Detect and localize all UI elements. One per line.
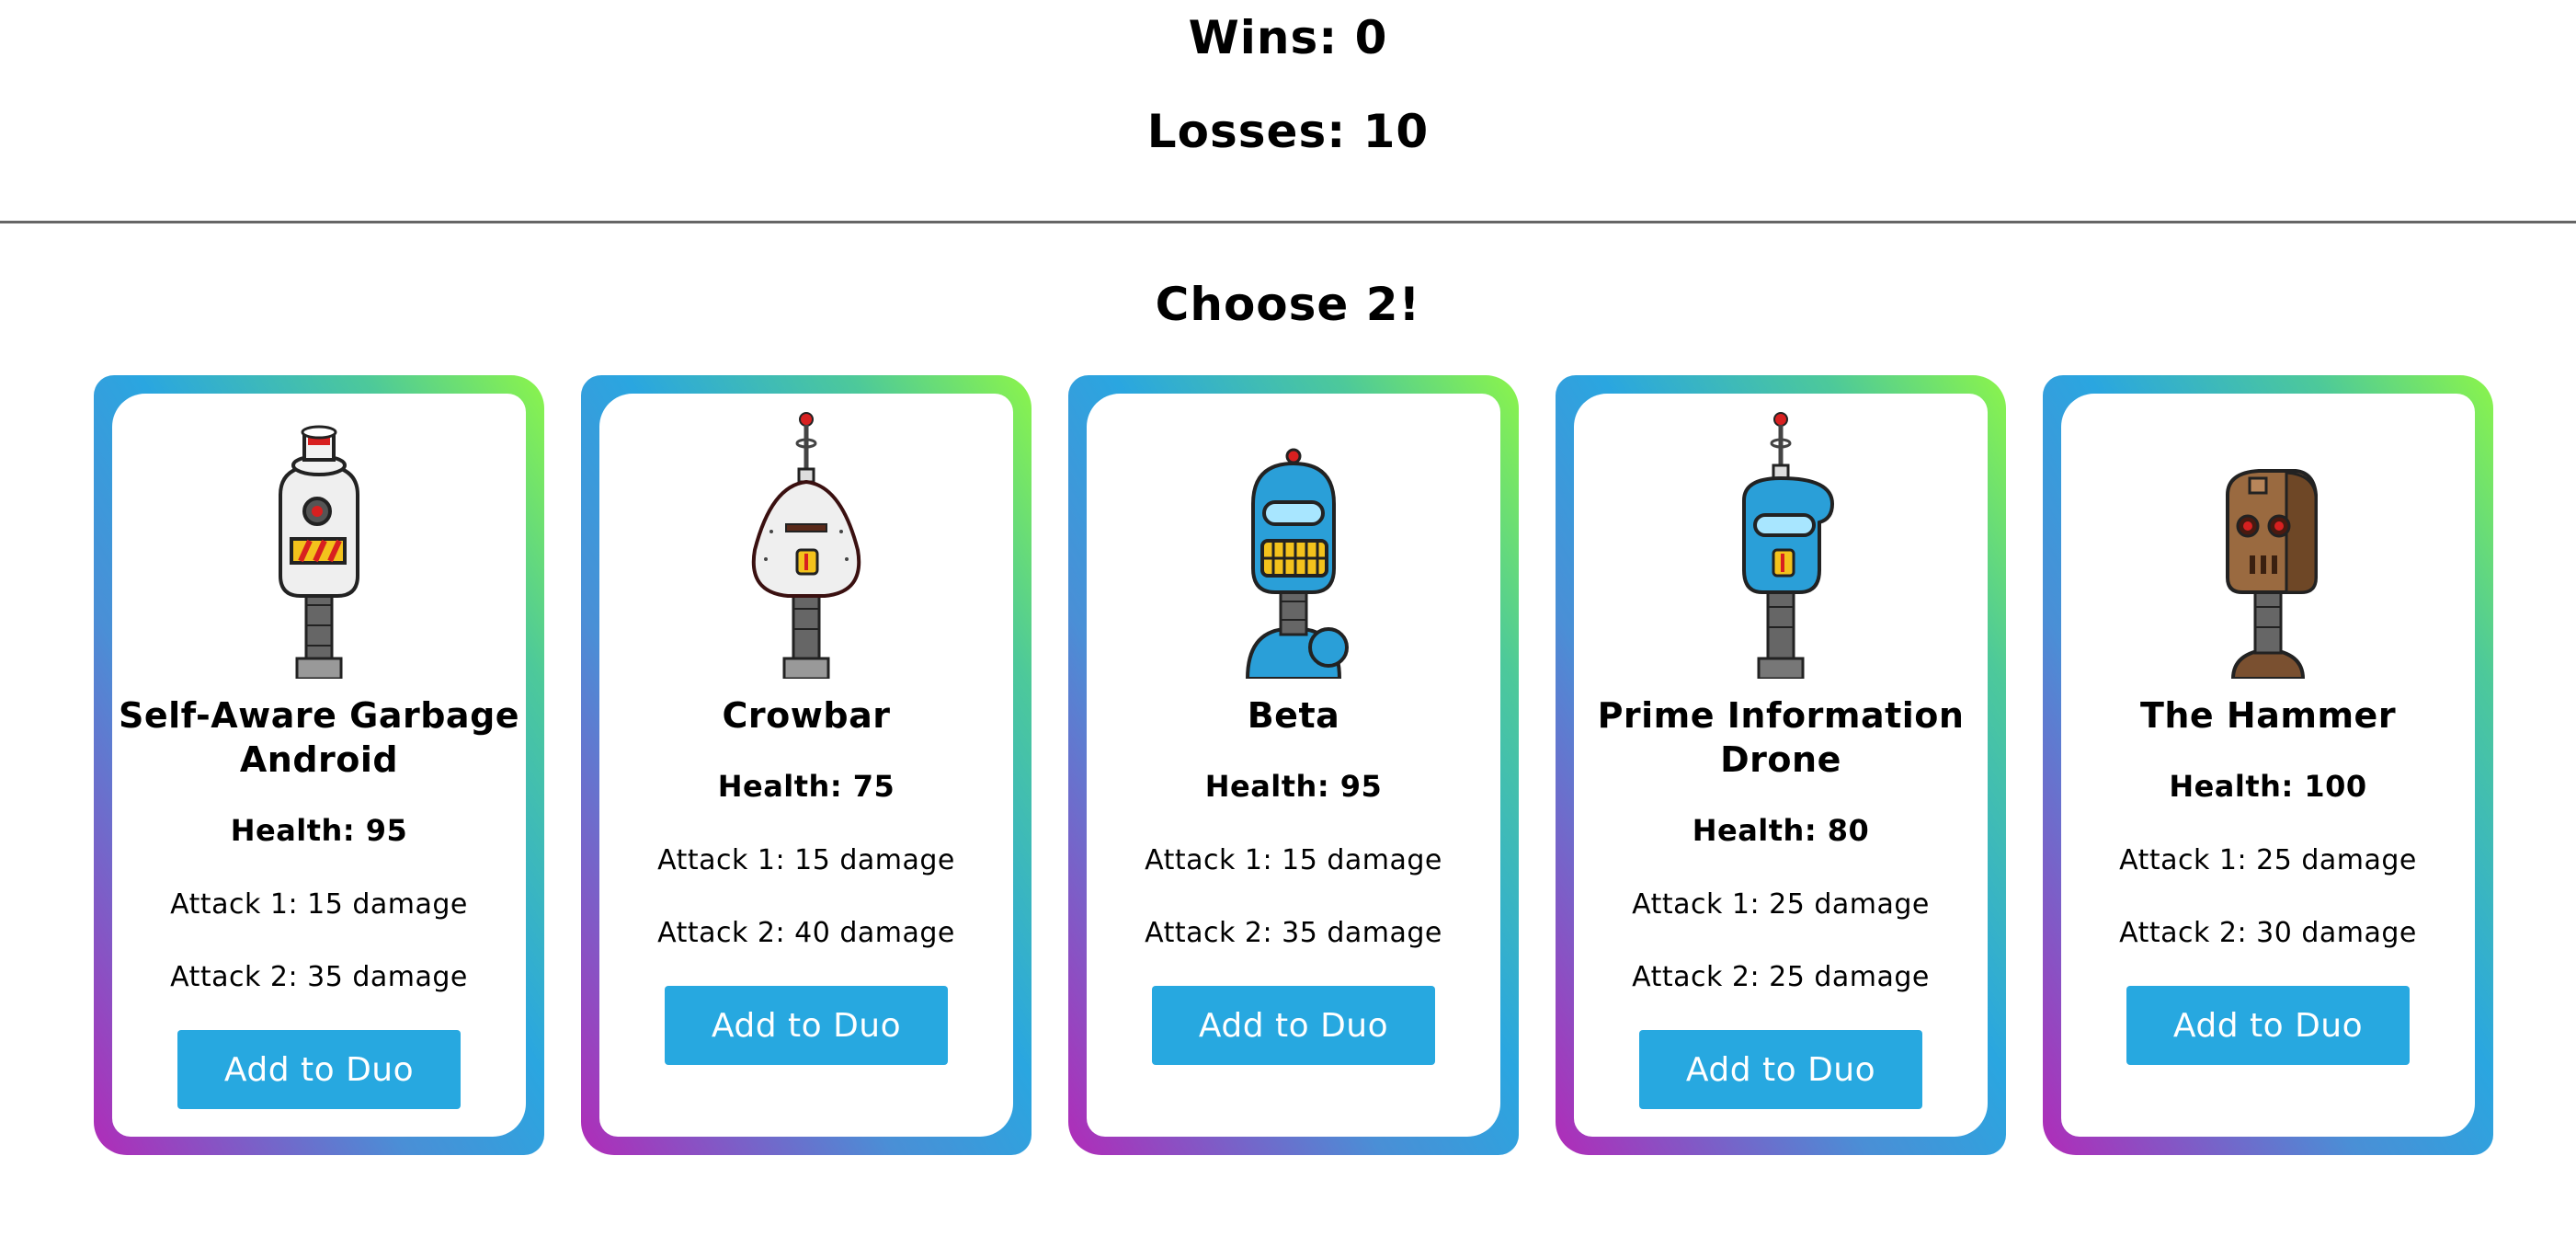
robot-attack-2: Attack 2: 35 damage [170,961,468,993]
robot-name: The Hammer [2139,695,2397,736]
brown-robot-icon [2226,469,2318,679]
robot-card-body: Crowbar Health: 75 Attack 1: 15 damage A… [599,394,1013,1137]
choose-heading: Choose 2! [1155,278,1421,331]
robot-card: The Hammer Health: 100 Attack 1: 25 dama… [2043,375,2493,1155]
robot-health: Health: 95 [1204,769,1383,804]
robot-card: Self-Aware Garbage Android Health: 95 At… [94,375,544,1155]
add-to-duo-button[interactable]: Add to Duo [177,1030,461,1109]
robot-health: Health: 80 [1692,813,1870,848]
add-to-duo-button[interactable]: Add to Duo [665,986,948,1065]
robot-attack-2: Attack 2: 25 damage [1632,961,1930,993]
robot-name: Prime Information Drone [1597,695,1965,780]
robot-card: Crowbar Health: 75 Attack 1: 15 damage A… [581,375,1032,1155]
add-to-duo-button[interactable]: Add to Duo [1639,1030,1922,1109]
robot-card-body: Beta Health: 95 Attack 1: 15 damage Atta… [1087,394,1500,1137]
robot-card-list: Self-Aware Garbage Android Health: 95 At… [94,375,2493,1155]
robot-name: Crowbar [722,695,891,736]
robot-name: Self-Aware Garbage Android [118,695,520,780]
blue-robot-icon [1245,448,1349,679]
robot-card: Prime Information Drone Health: 80 Attac… [1556,375,2006,1155]
white-robot-with-hat-icon [279,425,359,679]
add-to-duo-button[interactable]: Add to Duo [1152,986,1435,1065]
robot-card-body: Self-Aware Garbage Android Health: 95 At… [112,394,526,1137]
robot-attack-1: Attack 1: 15 damage [170,888,468,921]
losses-counter: Losses: 10 [1146,105,1430,158]
robot-attack-2: Attack 2: 35 damage [1145,917,1442,949]
add-to-duo-button[interactable]: Add to Duo [2126,986,2410,1065]
robot-health: Health: 100 [2169,769,2367,804]
robot-attack-1: Attack 1: 25 damage [2119,844,2417,876]
divider [0,221,2576,223]
robot-card-body: The Hammer Health: 100 Attack 1: 25 dama… [2061,394,2475,1137]
robot-attack-1: Attack 1: 15 damage [1145,844,1442,876]
robot-attack-2: Attack 2: 30 damage [2119,917,2417,949]
white-robot-with-antenna-icon [751,412,861,679]
robot-health: Health: 95 [230,813,408,848]
robot-attack-1: Attack 1: 25 damage [1632,888,1930,921]
robot-health: Health: 75 [717,769,895,804]
wins-counter: Wins: 0 [1188,11,1388,64]
robot-attack-2: Attack 2: 40 damage [657,917,955,949]
robot-name: Beta [1247,695,1340,736]
robot-card: Beta Health: 95 Attack 1: 15 damage Atta… [1068,375,1519,1155]
blue-robot-with-antenna-icon [1742,412,1835,679]
robot-card-body: Prime Information Drone Health: 80 Attac… [1574,394,1988,1137]
robot-attack-1: Attack 1: 15 damage [657,844,955,876]
